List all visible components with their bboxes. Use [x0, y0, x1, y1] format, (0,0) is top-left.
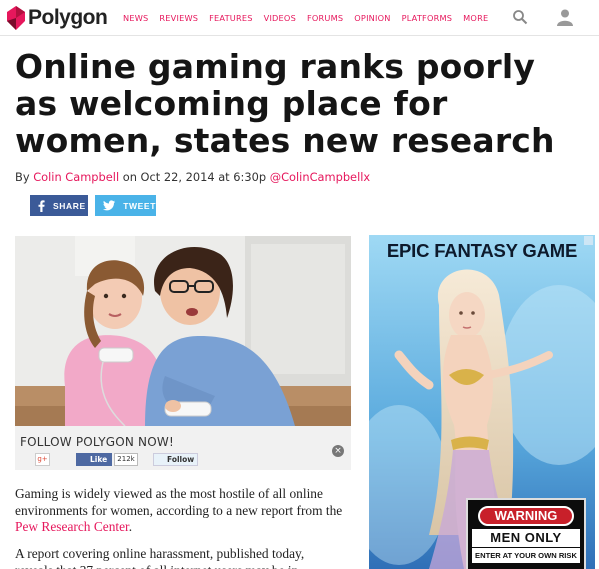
- sidebar-advertisement[interactable]: EPIC FANTASY GAME WARNING MEN ONLY ENTER…: [369, 235, 595, 569]
- article-headline: Online gaming ranks poorly as welcoming …: [15, 47, 555, 160]
- facebook-share-label: SHARE: [53, 200, 86, 211]
- twitter-tweet-button[interactable]: TWEET: [95, 195, 156, 216]
- polygon-logo[interactable]: Polygon: [7, 3, 108, 33]
- facebook-icon: [38, 199, 45, 212]
- author-twitter-handle[interactable]: @ColinCampbellx: [270, 170, 370, 184]
- top-nav: Polygon NEWS REVIEWS FEATURES VIDEOS FOR…: [0, 0, 599, 36]
- nav-videos[interactable]: VIDEOS: [264, 13, 296, 23]
- twitter-icon: [103, 200, 116, 211]
- warning-sign: WARNING MEN ONLY ENTER AT YOUR OWN RISK: [466, 498, 586, 569]
- twitter-follow-button[interactable]: Follow: [153, 453, 198, 466]
- nav-menu: NEWS REVIEWS FEATURES VIDEOS FORUMS OPIN…: [123, 0, 499, 36]
- byline: By Colin Campbell on Oct 22, 2014 at 6:3…: [15, 170, 370, 184]
- nav-opinion[interactable]: OPINION: [354, 13, 390, 23]
- follow-polygon-box: FOLLOW POLYGON NOW! × g+ Like 212k Follo…: [15, 426, 351, 470]
- pew-research-link[interactable]: Pew Research Center: [15, 519, 129, 534]
- nav-reviews[interactable]: REVIEWS: [159, 13, 198, 23]
- nav-news[interactable]: NEWS: [123, 13, 148, 23]
- article-paragraph: Gaming is widely viewed as the most host…: [15, 486, 345, 536]
- search-icon[interactable]: [512, 9, 528, 25]
- article-hero-image: [15, 236, 351, 426]
- polygon-logo-icon: [7, 6, 25, 30]
- men-only-label: MEN ONLY: [472, 529, 580, 547]
- twitter-tweet-label: TWEET: [123, 200, 156, 211]
- follow-title: FOLLOW POLYGON NOW!: [20, 435, 174, 449]
- author-link[interactable]: Colin Campbell: [33, 170, 119, 184]
- nav-forums[interactable]: FORUMS: [307, 13, 343, 23]
- publish-date: on Oct 22, 2014 at 6:30p: [119, 170, 270, 184]
- ad-title: EPIC FANTASY GAME: [386, 240, 578, 261]
- warning-label: WARNING: [478, 506, 574, 526]
- hero-illustration: [15, 236, 351, 426]
- article-paragraph: A report covering online harassment, pub…: [15, 546, 305, 569]
- paragraph-end: .: [128, 519, 133, 534]
- nav-platforms[interactable]: PLATFORMS: [402, 13, 453, 23]
- paragraph-text: Gaming is widely viewed as the most host…: [15, 486, 343, 518]
- user-icon[interactable]: [556, 8, 574, 26]
- nav-features[interactable]: FEATURES: [209, 13, 253, 23]
- enter-risk-label: ENTER AT YOUR OWN RISK: [472, 548, 580, 563]
- facebook-share-button[interactable]: SHARE: [30, 195, 88, 216]
- close-icon[interactable]: ×: [332, 445, 344, 457]
- facebook-like-count: 212k: [114, 453, 138, 466]
- nav-more[interactable]: MORE: [463, 13, 488, 23]
- ad-choices-icon[interactable]: [584, 236, 593, 245]
- logo-text: Polygon: [28, 6, 108, 29]
- byline-prefix: By: [15, 170, 34, 184]
- google-plus-button[interactable]: g+: [35, 453, 50, 466]
- facebook-like-button[interactable]: Like: [76, 453, 112, 466]
